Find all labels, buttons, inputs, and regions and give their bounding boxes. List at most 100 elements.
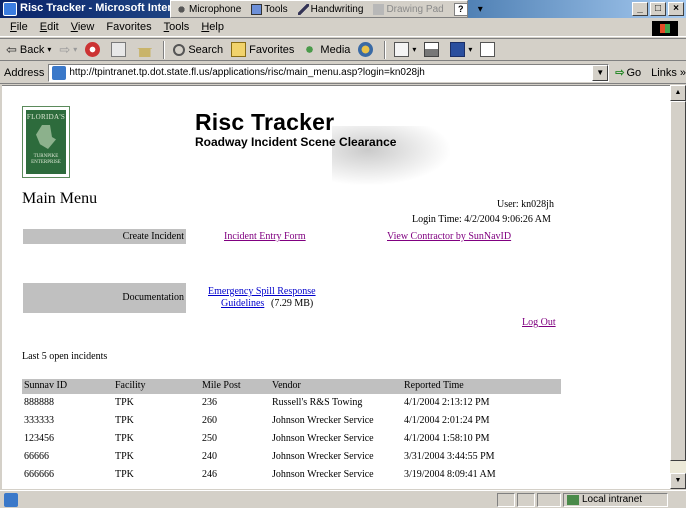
minimize-button[interactable]: _	[632, 2, 648, 16]
menu-edit-key: E	[39, 21, 48, 33]
address-dropdown-icon[interactable]: ▼	[592, 64, 609, 81]
menu-favorites-label: Favorites	[106, 21, 152, 33]
favorites-icon	[231, 42, 247, 57]
create-incident-label: Create Incident	[122, 231, 184, 242]
edit-dropdown-icon: ▾	[468, 45, 473, 54]
home-icon	[137, 42, 153, 57]
menu-file-rest: ile	[16, 21, 28, 33]
favorites-label: Favorites	[249, 43, 295, 56]
cell-reported-time: 4/1/2004 2:01:24 PM	[404, 415, 490, 426]
forward-dropdown-icon: ▾	[73, 45, 78, 54]
logo-middle-text: TURNPIKE	[33, 154, 59, 159]
toolbar-separator	[163, 40, 166, 59]
cell-facility: TPK	[115, 433, 134, 444]
refresh-button[interactable]	[109, 42, 131, 57]
tools-icon	[251, 3, 263, 15]
col-reported-time: Reported Time	[404, 380, 464, 391]
table-row: 333333 TPK 260 Johnson Wrecker Service 4…	[22, 414, 561, 429]
emergency-file-size: (7.29 MB)	[271, 298, 314, 309]
cell-reported-time: 3/19/2004 8:09:41 AM	[404, 469, 496, 480]
menu-view[interactable]: View	[65, 21, 101, 33]
last-incidents-label: Last 5 open incidents	[22, 351, 108, 362]
drawing-pad-button[interactable]: Drawing Pad	[368, 3, 448, 15]
forward-button[interactable]: ⇨ ▾	[57, 42, 79, 57]
col-vendor: Vendor	[272, 380, 301, 391]
security-zone: Local intranet	[563, 493, 668, 507]
favorites-button[interactable]: Favorites	[229, 42, 296, 57]
go-button[interactable]: ⇨ Go	[615, 66, 642, 80]
cell-mile-post: 260	[202, 415, 217, 426]
status-pane	[537, 493, 561, 507]
stop-icon	[85, 42, 101, 57]
go-label: Go	[626, 66, 642, 79]
user-label: User: kn028jh	[497, 199, 554, 210]
home-button[interactable]	[135, 42, 157, 57]
cell-vendor: Johnson Wrecker Service	[272, 433, 374, 444]
edit-button[interactable]: ▾	[448, 42, 474, 57]
logo-bottom-text: ENTERPRISE	[31, 160, 61, 165]
help-button[interactable]: ?	[449, 2, 473, 16]
scroll-up-icon[interactable]: ▲	[670, 85, 686, 101]
media-label: Media	[320, 43, 351, 56]
logout-link[interactable]: Log Out	[522, 317, 556, 328]
maximize-button[interactable]: □	[650, 2, 666, 16]
options-icon[interactable]: ▾	[473, 4, 488, 15]
back-dropdown-icon: ▾	[47, 45, 52, 54]
table-row: 888888 TPK 236 Russell's R&S Towing 4/1/…	[22, 396, 561, 411]
print-button[interactable]	[422, 42, 444, 57]
menu-help[interactable]: Help	[195, 21, 230, 33]
search-button[interactable]: Search	[171, 43, 225, 56]
cell-reported-time: 4/1/2004 2:13:12 PM	[404, 397, 490, 408]
discuss-button[interactable]	[478, 42, 500, 57]
mail-icon	[394, 42, 410, 57]
handwriting-button[interactable]: Handwriting	[293, 3, 369, 15]
cell-sunnav-id: 333333	[24, 415, 54, 426]
back-label: Back	[19, 43, 45, 56]
cell-sunnav-id: 888888	[24, 397, 54, 408]
back-arrow-icon: ⇦	[6, 42, 17, 57]
incident-entry-link[interactable]: Incident Entry Form	[224, 231, 306, 242]
col-mile-post: Mile Post	[202, 380, 241, 391]
menu-tools[interactable]: Tools	[158, 21, 196, 33]
view-contractor-link[interactable]: View Contractor by SunNavID	[387, 231, 511, 242]
col-facility: Facility	[115, 380, 146, 391]
cell-mile-post: 240	[202, 451, 217, 462]
menu-favorites[interactable]: Favorites	[100, 21, 157, 33]
page-content: FLORIDA'S TURNPIKE ENTERPRISE Risc Track…	[2, 85, 670, 489]
mail-button[interactable]: ▾	[392, 42, 418, 57]
emergency-spill-link[interactable]: Emergency Spill Response	[208, 286, 316, 297]
address-url: http://tpintranet.tp.dot.state.fl.us/app…	[69, 67, 425, 78]
table-row: 123456 TPK 250 Johnson Wrecker Service 4…	[22, 432, 561, 447]
close-button[interactable]: ×	[668, 2, 684, 16]
links-button[interactable]: Links »	[651, 67, 686, 79]
discuss-icon	[480, 42, 496, 57]
microphone-button[interactable]: Microphone	[171, 3, 246, 15]
history-button[interactable]	[356, 42, 378, 57]
stop-button[interactable]	[83, 42, 105, 57]
logo-emblem: FLORIDA'S TURNPIKE ENTERPRISE	[26, 110, 66, 174]
page-status-icon	[4, 493, 18, 507]
address-input[interactable]: http://tpintranet.tp.dot.state.fl.us/app…	[48, 63, 610, 82]
menu-tools-rest: ools	[169, 21, 190, 33]
emergency-guidelines-link[interactable]: Guidelines	[221, 298, 264, 309]
address-bar: Address http://tpintranet.tp.dot.state.f…	[0, 62, 686, 84]
pen-icon	[297, 3, 309, 15]
documentation-label: Documentation	[122, 292, 184, 303]
back-button[interactable]: ⇦ Back ▾	[4, 42, 53, 57]
tools-label: Tools	[264, 3, 288, 15]
vertical-scrollbar[interactable]: ▲ ▼	[670, 85, 686, 489]
cell-vendor: Russell's R&S Towing	[272, 397, 363, 408]
windows-logo-icon	[652, 21, 678, 36]
search-icon	[173, 43, 186, 56]
menu-file[interactable]: File	[4, 21, 34, 33]
mail-dropdown-icon: ▾	[412, 45, 417, 54]
table-row: 66666 TPK 240 Johnson Wrecker Service 3/…	[22, 450, 561, 465]
scroll-down-icon[interactable]: ▼	[670, 473, 686, 489]
page-icon	[52, 65, 67, 80]
help-icon: ?	[453, 2, 468, 16]
tools-button[interactable]: Tools	[246, 3, 292, 15]
menu-edit[interactable]: Edit	[34, 21, 65, 33]
cell-vendor: Johnson Wrecker Service	[272, 451, 374, 462]
media-button[interactable]: Media	[300, 42, 352, 57]
scroll-thumb[interactable]	[670, 101, 686, 461]
